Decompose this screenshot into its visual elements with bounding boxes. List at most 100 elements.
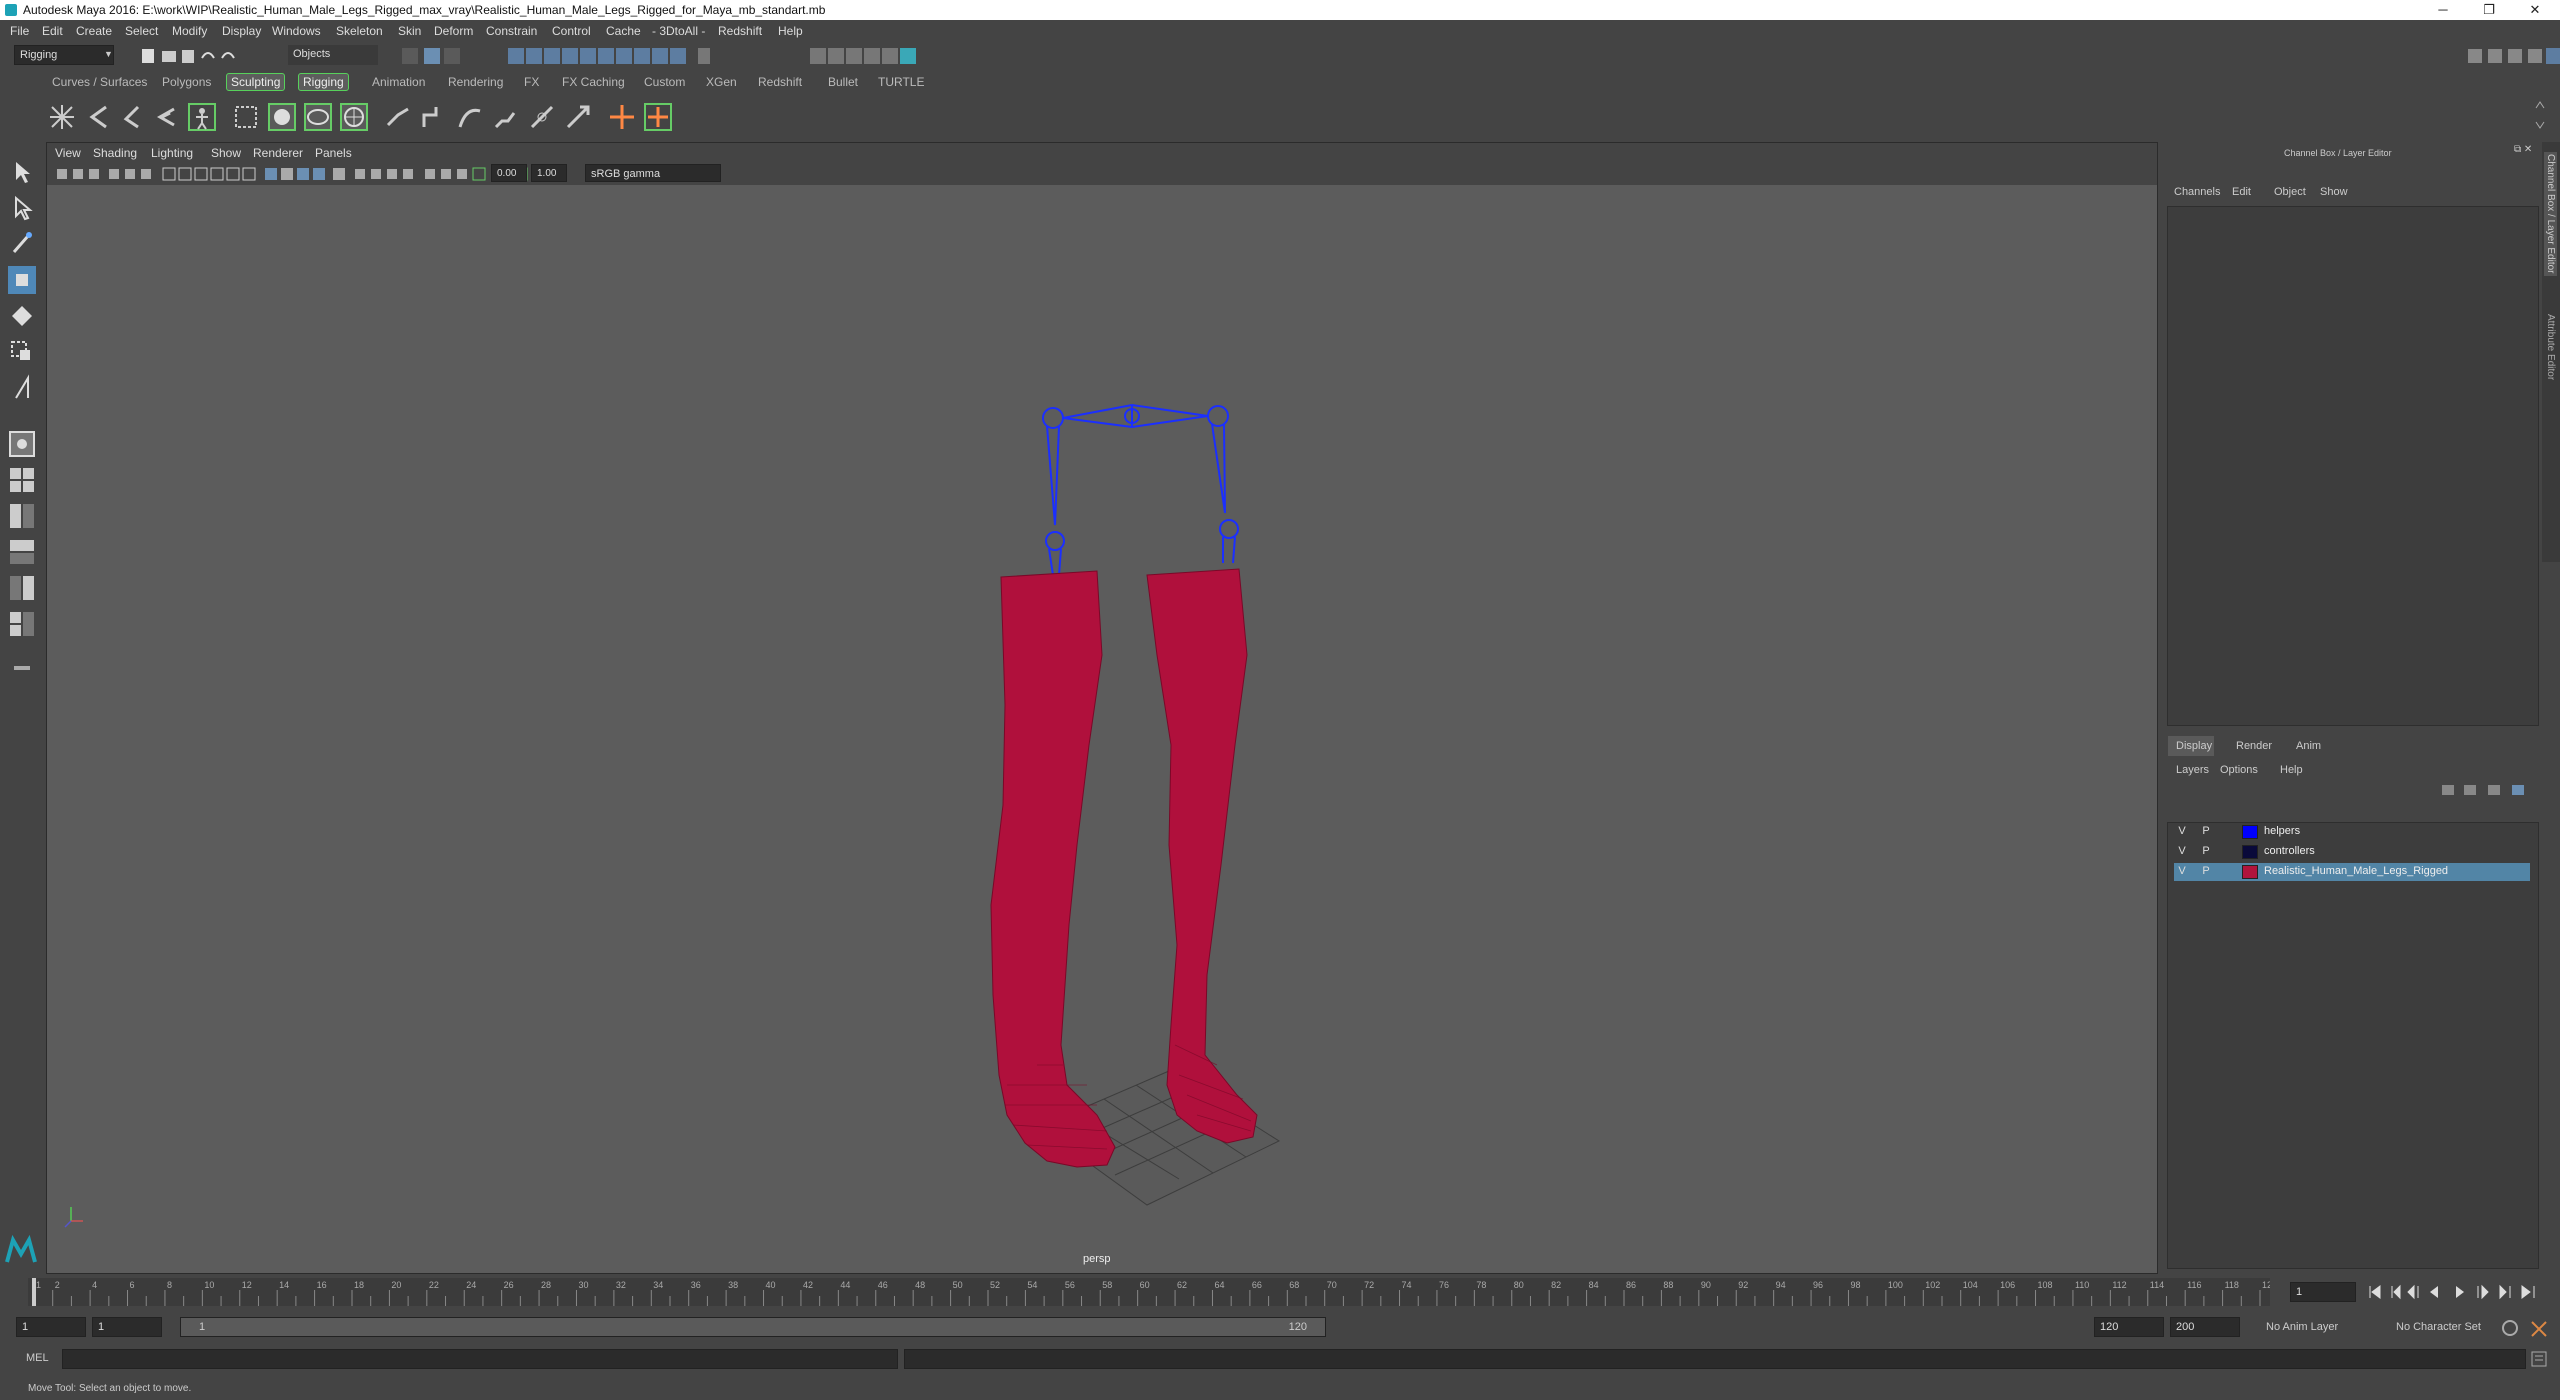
layer-menu-options[interactable]: Options xyxy=(2220,764,2258,776)
menu-help[interactable]: Help xyxy=(778,24,803,38)
vp-menu-renderer[interactable]: Renderer xyxy=(253,146,303,160)
graph-layout-icon[interactable] xyxy=(8,574,36,602)
menu-create[interactable]: Create xyxy=(76,24,112,38)
constraint-icon[interactable] xyxy=(644,103,672,131)
layer-row-selected[interactable]: V P Realistic_Human_Male_Legs_Rigged xyxy=(2174,863,2530,881)
channel-box-list[interactable] xyxy=(2167,206,2539,726)
mirror-joint-icon[interactable] xyxy=(152,103,180,131)
script-editor-icon[interactable] xyxy=(2530,1351,2550,1367)
layer-playback-toggle[interactable]: P xyxy=(2198,845,2214,857)
shelf-tab-curves-surfaces[interactable]: Curves / Surfaces xyxy=(48,75,151,89)
four-view-layout-icon[interactable] xyxy=(8,466,36,494)
scene-view[interactable] xyxy=(47,185,2157,1273)
shelf-tab-rendering[interactable]: Rendering xyxy=(444,75,507,89)
lasso-tool-icon[interactable] xyxy=(8,194,36,222)
menu-redshift[interactable]: Redshift xyxy=(718,24,762,38)
exposure-field[interactable]: 0.00 xyxy=(491,164,527,182)
nonlinear-icon[interactable] xyxy=(456,103,484,131)
side-tab-attribute-editor[interactable]: Attribute Editor xyxy=(2544,312,2557,382)
current-time-marker[interactable] xyxy=(32,1278,36,1306)
wrinkle-tool-icon[interactable] xyxy=(564,103,592,131)
layer-name[interactable]: controllers xyxy=(2264,845,2315,857)
layer-menu-help[interactable]: Help xyxy=(2280,764,2303,776)
range-slider-bar[interactable]: 1 120 xyxy=(180,1317,1326,1337)
script-language-toggle[interactable]: MEL xyxy=(26,1352,49,1364)
shelf-tab-rigging[interactable]: Rigging xyxy=(298,73,349,91)
current-frame-field[interactable]: 1 xyxy=(2290,1282,2356,1302)
key-prefs-icons[interactable] xyxy=(2500,1318,2560,1338)
shelf-tab-fx-caching[interactable]: FX Caching xyxy=(558,75,629,89)
vp-menu-shading[interactable]: Shading xyxy=(93,146,137,160)
paint-select-icon[interactable] xyxy=(8,230,36,258)
layer-playback-toggle[interactable]: P xyxy=(2198,825,2214,837)
shelf-tab-custom[interactable]: Custom xyxy=(640,75,689,89)
restore-button[interactable]: ❐ xyxy=(2466,0,2512,20)
joint-tool-icon[interactable] xyxy=(48,103,76,131)
menu-file[interactable]: File xyxy=(10,24,29,38)
vp-menu-view[interactable]: View xyxy=(55,146,81,160)
menu-3dtoall[interactable]: - 3DtoAll - xyxy=(652,24,705,38)
layer-color-swatch[interactable] xyxy=(2242,865,2258,879)
menu-deform[interactable]: Deform xyxy=(434,24,473,38)
gamma-field[interactable]: 1.00 xyxy=(531,164,567,182)
playback-controls[interactable] xyxy=(2366,1283,2556,1301)
ik-spline-icon[interactable] xyxy=(118,103,146,131)
viewport-canvas[interactable]: persp xyxy=(47,185,2157,1273)
cb-menu-edit[interactable]: Edit xyxy=(2232,186,2251,198)
tab-render[interactable]: Render xyxy=(2236,740,2272,752)
move-tool-icon[interactable] xyxy=(8,266,36,294)
cb-menu-object[interactable]: Object xyxy=(2274,186,2306,198)
menu-control[interactable]: Control xyxy=(552,24,591,38)
humanik-icon[interactable] xyxy=(188,103,216,131)
workspace-toolbar[interactable] xyxy=(2466,46,2560,66)
layer-visibility-toggle[interactable]: V xyxy=(2174,825,2190,837)
shelf-tab-bullet[interactable]: Bullet xyxy=(824,75,862,89)
shelf-tab-xgen[interactable]: XGen xyxy=(702,75,741,89)
two-view-layout-icon[interactable] xyxy=(8,502,36,530)
scale-tool-icon[interactable] xyxy=(8,338,36,366)
close-button[interactable]: ✕ xyxy=(2512,0,2558,20)
cb-menu-show[interactable]: Show xyxy=(2320,186,2348,198)
playback-end-field[interactable]: 120 xyxy=(2094,1317,2164,1337)
wire-tool-icon[interactable] xyxy=(528,103,556,131)
animation-start-field[interactable]: 1 xyxy=(16,1317,86,1337)
layer-row[interactable]: V P controllers xyxy=(2174,843,2530,861)
last-tool-icon[interactable] xyxy=(8,374,36,402)
shelf-scroll-icon[interactable] xyxy=(2534,100,2546,130)
layer-visibility-toggle[interactable]: V xyxy=(2174,865,2190,877)
wrap-icon[interactable] xyxy=(340,103,368,131)
layout-menu-icon[interactable] xyxy=(8,654,36,682)
tab-display[interactable]: Display xyxy=(2176,740,2212,752)
menuset-dropdown[interactable]: Rigging xyxy=(14,45,114,65)
menu-edit[interactable]: Edit xyxy=(42,24,63,38)
outliner-layout-icon[interactable] xyxy=(8,538,36,566)
hypershade-layout-icon[interactable] xyxy=(8,610,36,638)
layer-menu-layers[interactable]: Layers xyxy=(2176,764,2209,776)
layer-color-swatch[interactable] xyxy=(2242,825,2258,839)
ik-handle-icon[interactable] xyxy=(84,103,112,131)
anim-layer-dropdown[interactable]: No Anim Layer xyxy=(2266,1321,2338,1333)
rotate-tool-icon[interactable] xyxy=(8,302,36,330)
float-panel-icon[interactable]: ⧉ ✕ xyxy=(2514,144,2532,155)
layer-visibility-toggle[interactable]: V xyxy=(2174,845,2190,857)
file-toolbar[interactable] xyxy=(140,46,390,66)
menu-cache[interactable]: Cache xyxy=(606,24,641,38)
cb-menu-channels[interactable]: Channels xyxy=(2174,186,2220,198)
shelf-tab-fx[interactable]: FX xyxy=(520,75,543,89)
shelf-tab-animation[interactable]: Animation xyxy=(368,75,429,89)
time-slider-track[interactable]: 1 2 4 6 8 10 12 14 16 18 20 22 24 26 28 30 32 34 36 38 40 42 4… xyxy=(28,1278,2270,1306)
lattice-icon[interactable] xyxy=(304,103,332,131)
menu-windows[interactable]: Windows xyxy=(272,24,321,38)
character-set-dropdown[interactable]: No Character Set xyxy=(2396,1321,2481,1333)
vp-menu-lighting[interactable]: Lighting xyxy=(151,146,193,160)
shelf-tab-polygons[interactable]: Polygons xyxy=(158,75,215,89)
single-perspective-layout-icon[interactable] xyxy=(8,430,36,458)
smooth-bind-icon[interactable] xyxy=(232,103,260,131)
vp-menu-panels[interactable]: Panels xyxy=(315,146,352,160)
locator-icon[interactable] xyxy=(608,103,636,131)
sculpt-deformer-icon[interactable] xyxy=(492,103,520,131)
tab-anim[interactable]: Anim xyxy=(2296,740,2321,752)
menu-skin[interactable]: Skin xyxy=(398,24,421,38)
menu-display[interactable]: Display xyxy=(222,24,261,38)
menu-skeleton[interactable]: Skeleton xyxy=(336,24,383,38)
